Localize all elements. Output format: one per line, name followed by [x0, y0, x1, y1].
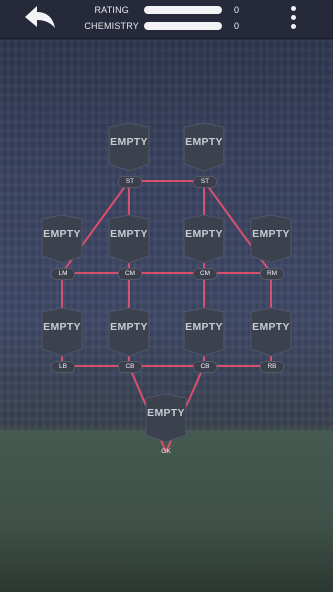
player-slot-rm[interactable]: EMPTY: [249, 214, 293, 264]
more-vertical-icon[interactable]: [286, 6, 300, 32]
top-bar: RATING 0 CHEMISTRY 0: [0, 0, 333, 39]
player-slot-lm[interactable]: EMPTY: [40, 214, 84, 264]
slot-empty-label: EMPTY: [185, 228, 223, 240]
player-slot-cb-right[interactable]: EMPTY: [182, 307, 226, 357]
rating-value: 0: [234, 5, 240, 15]
chemistry-value: 0: [234, 21, 240, 31]
slot-empty-label: EMPTY: [43, 228, 81, 240]
position-label-gk: GK: [161, 448, 171, 455]
chemistry-row: CHEMISTRY 0: [0, 20, 333, 32]
slot-empty-label: EMPTY: [252, 321, 290, 333]
slot-empty-label: EMPTY: [147, 407, 185, 419]
slot-empty-label: EMPTY: [110, 136, 148, 148]
slot-empty-label: EMPTY: [185, 136, 223, 148]
position-badge-st: ST: [193, 176, 217, 188]
position-badge-cb: CB: [193, 361, 217, 373]
chemistry-label: CHEMISTRY: [84, 21, 139, 31]
player-slot-cm-right[interactable]: EMPTY: [182, 214, 226, 264]
position-badge-lm: LM: [51, 268, 75, 280]
slot-empty-label: EMPTY: [110, 321, 148, 333]
rating-row: RATING 0: [0, 4, 333, 16]
slot-empty-label: EMPTY: [252, 228, 290, 240]
position-badge-rb: RB: [260, 361, 284, 373]
slot-empty-label: EMPTY: [110, 228, 148, 240]
chemistry-bar: [144, 22, 222, 30]
slot-empty-label: EMPTY: [185, 321, 223, 333]
player-slot-cb-left[interactable]: EMPTY: [107, 307, 151, 357]
slot-empty-label: EMPTY: [43, 321, 81, 333]
player-slot-st-left[interactable]: EMPTY: [107, 122, 151, 172]
player-slot-rb[interactable]: EMPTY: [249, 307, 293, 357]
player-slot-st-right[interactable]: EMPTY: [182, 122, 226, 172]
player-slot-cm-left[interactable]: EMPTY: [107, 214, 151, 264]
position-badge-lb: LB: [51, 361, 75, 373]
rating-label: RATING: [94, 5, 129, 15]
position-badge-cb: CB: [118, 361, 142, 373]
position-badge-cm: CM: [118, 268, 142, 280]
position-badge-cm: CM: [193, 268, 217, 280]
rating-bar: [144, 6, 222, 14]
player-slot-lb[interactable]: EMPTY: [40, 307, 84, 357]
position-badge-rm: RM: [260, 268, 284, 280]
player-slot-gk[interactable]: EMPTY: [144, 393, 188, 443]
position-badge-st: ST: [118, 176, 142, 188]
